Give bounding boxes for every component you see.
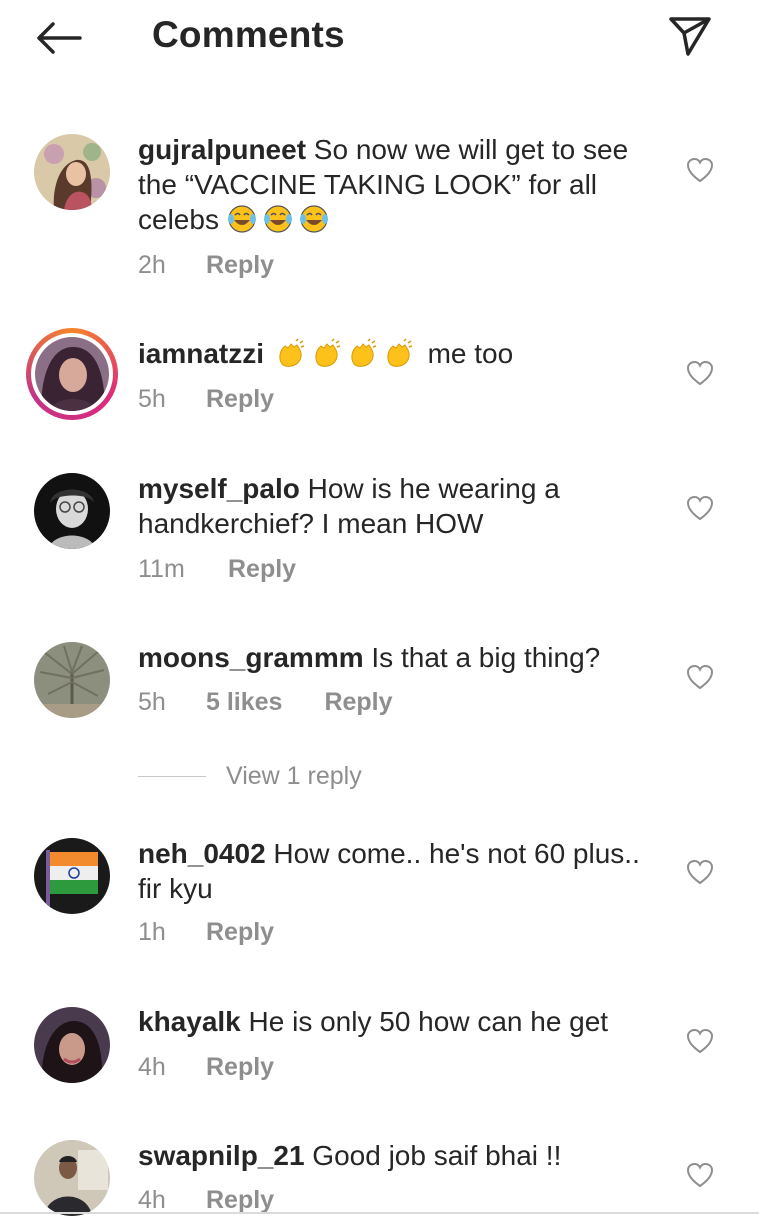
comment-text: Is that a big thing? — [371, 642, 601, 673]
reply-button[interactable]: Reply — [228, 555, 296, 584]
comment-text: me too — [427, 338, 514, 369]
heart-icon[interactable] — [686, 157, 714, 183]
view-replies-button[interactable]: View 1 reply — [138, 762, 362, 791]
avatar[interactable] — [34, 1140, 110, 1216]
comment-body: moons_grammm Is that a big thing? — [138, 640, 668, 675]
comment-body: iamnatzzi me too — [138, 336, 668, 371]
comment-time: 1h — [138, 918, 166, 946]
laughing-crying-emoji — [263, 205, 292, 233]
comment-meta: 5h Reply — [138, 385, 274, 414]
page-title: Comments — [152, 14, 345, 55]
laughing-emoji-group — [227, 204, 335, 235]
reply-button[interactable]: Reply — [206, 1186, 274, 1215]
heart-icon[interactable] — [686, 360, 714, 386]
laughing-crying-emoji — [227, 205, 256, 233]
comment-time: 11m — [138, 555, 185, 583]
avatar[interactable] — [34, 1007, 110, 1083]
comment-body: myself_palo How is he wearing a handkerc… — [138, 471, 668, 541]
view-replies-divider — [138, 776, 206, 777]
reply-button[interactable]: Reply — [206, 918, 274, 947]
comment-meta: 11m Reply — [138, 555, 296, 584]
comment-username[interactable]: myself_palo — [138, 473, 300, 504]
reply-button[interactable]: Reply — [206, 385, 274, 414]
paper-plane-icon — [669, 17, 711, 56]
laughing-crying-emoji — [299, 205, 328, 233]
clapping-hands-emoji — [315, 338, 341, 367]
clapping-hands-emoji — [387, 338, 413, 367]
heart-icon[interactable] — [686, 1028, 714, 1054]
comment-username[interactable]: gujralpuneet — [138, 134, 306, 165]
arrow-left-icon — [37, 22, 82, 54]
comment-body: gujralpuneet So now we will get to see t… — [138, 132, 668, 237]
comment-username[interactable]: swapnilp_21 — [138, 1140, 305, 1171]
comment-text: He is only 50 how can he get — [248, 1006, 609, 1037]
reply-button[interactable]: Reply — [324, 688, 392, 717]
comment-text: Good job saif bhai !! — [312, 1140, 562, 1171]
avatar[interactable] — [34, 134, 110, 210]
comment-time: 5h — [138, 688, 166, 716]
comment-time: 4h — [138, 1053, 166, 1081]
comment-time: 5h — [138, 385, 166, 413]
reply-button[interactable]: Reply — [206, 1053, 274, 1082]
avatar[interactable] — [34, 473, 110, 549]
view-replies-label: View 1 reply — [226, 762, 362, 790]
comment-body: neh_0402 How come.. he's not 60 plus.. f… — [138, 836, 668, 906]
comment-meta: 4h Reply — [138, 1053, 274, 1082]
clapping-hands-emoji — [279, 338, 305, 367]
avatar[interactable] — [34, 642, 110, 718]
comment-time: 4h — [138, 1186, 166, 1214]
share-button[interactable] — [662, 10, 718, 62]
comment-time: 2h — [138, 251, 166, 279]
comment-meta: 1h Reply — [138, 918, 274, 947]
comment-username[interactable]: neh_0402 — [138, 838, 266, 869]
back-button[interactable] — [30, 14, 86, 62]
clapping-hands-emoji — [351, 338, 377, 367]
avatar[interactable] — [26, 328, 118, 420]
reply-button[interactable]: Reply — [206, 251, 274, 280]
comment-meta: 4h Reply — [138, 1186, 274, 1215]
comment-username[interactable]: khayalk — [138, 1006, 241, 1037]
comment-body: khayalk He is only 50 how can he get — [138, 1004, 668, 1039]
heart-icon[interactable] — [686, 1162, 714, 1188]
comment-body: swapnilp_21 Good job saif bhai !! — [138, 1138, 668, 1173]
heart-icon[interactable] — [686, 664, 714, 690]
comment-meta: 5h 5 likes Reply — [138, 688, 393, 717]
heart-icon[interactable] — [686, 495, 714, 521]
comment-username[interactable]: iamnatzzi — [138, 338, 264, 369]
clapping-emoji-group — [276, 338, 428, 369]
comment-meta: 2h Reply — [138, 251, 274, 280]
likes-count[interactable]: 5 likes — [206, 688, 282, 717]
comments-header: Comments — [0, 0, 759, 80]
heart-icon[interactable] — [686, 859, 714, 885]
comment-username[interactable]: moons_grammm — [138, 642, 364, 673]
avatar[interactable] — [34, 838, 110, 914]
bottom-divider — [0, 1212, 759, 1214]
